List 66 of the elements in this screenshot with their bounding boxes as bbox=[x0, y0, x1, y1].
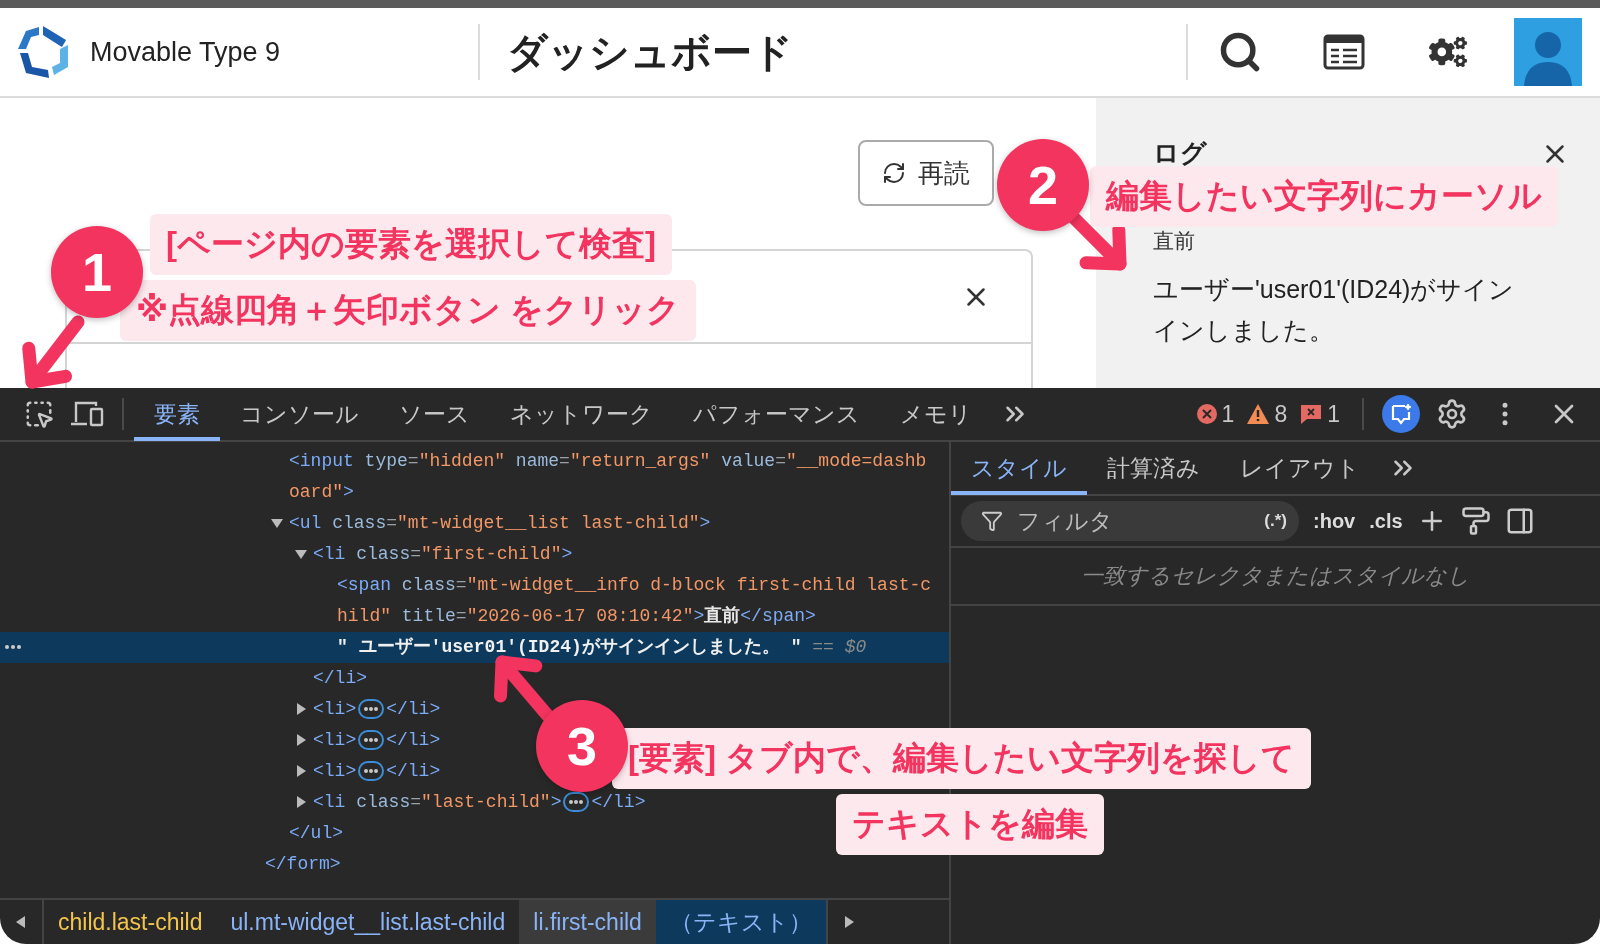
devtools-tab[interactable]: 要素 bbox=[134, 388, 220, 441]
ai-assistant-icon[interactable] bbox=[1382, 395, 1420, 433]
code-text: <li> bbox=[313, 699, 357, 719]
regex-toggle[interactable]: (.*) bbox=[1264, 511, 1287, 531]
error-count[interactable]: 1 bbox=[1221, 400, 1235, 428]
warning-icon bbox=[1246, 403, 1271, 425]
reload-button[interactable]: 再読 bbox=[858, 140, 994, 206]
annotation-label: 編集したい文字列にカーソル bbox=[1090, 166, 1558, 227]
devtools-tab[interactable]: メモリ bbox=[880, 388, 992, 441]
expand-arrow-icon[interactable] bbox=[295, 796, 307, 809]
expand-arrow-icon[interactable] bbox=[295, 734, 307, 747]
code-text: <input type="hidden" name="return_args" value="__mode=dashboard"> bbox=[289, 451, 927, 502]
breadcrumb-item[interactable]: （テキスト） bbox=[655, 900, 826, 944]
styles-tab[interactable]: スタイル bbox=[951, 441, 1087, 495]
filter-icon bbox=[981, 510, 1003, 532]
code-text: " ユーザー'user01'(ID24)がサインインしました。 " bbox=[337, 637, 802, 657]
breadcrumb-item[interactable]: li.first-child bbox=[519, 900, 656, 944]
code-text: </li> bbox=[386, 761, 441, 781]
breadcrumb-item[interactable]: ul.mt-widget__list.last-child bbox=[216, 900, 520, 944]
code-text: <ul class="mt-widget__list last-child"> bbox=[289, 513, 711, 533]
styles-tab[interactable]: 計算済み bbox=[1087, 441, 1220, 495]
code-text: </li> bbox=[386, 730, 441, 750]
code-text: <li> bbox=[313, 730, 357, 750]
devtools-tab[interactable]: ソース bbox=[379, 388, 490, 441]
code-text: </li> bbox=[591, 792, 646, 812]
issue-count[interactable]: 1 bbox=[1327, 400, 1340, 428]
paint-roller-icon[interactable] bbox=[1460, 506, 1491, 536]
error-icon bbox=[1195, 403, 1218, 425]
selected-row[interactable]: " ユーザー'user01'(ID24)がサインインしました。 " == $0 bbox=[0, 632, 949, 663]
code-text: <li class="last-child"> bbox=[313, 792, 562, 812]
more-icon[interactable] bbox=[4, 644, 22, 650]
annotation-label: [要素] タブ内で、編集したい文字列を探して bbox=[612, 728, 1312, 789]
styles-tab[interactable]: レイアウト bbox=[1220, 441, 1380, 495]
code-text: <span class="mt-widget__info d-block first-child last-child" title="2026-06-17 08:10:42">直前</span> bbox=[337, 575, 932, 626]
empty-message: 一致するセレクタまたはスタイルなし bbox=[1081, 562, 1470, 590]
ellipsis-icon[interactable] bbox=[358, 699, 385, 720]
expand-arrow-icon[interactable] bbox=[295, 703, 307, 716]
hover-toggle[interactable]: :hov bbox=[1313, 509, 1356, 533]
log-time: 直前 bbox=[1153, 228, 1196, 254]
devtools-tab[interactable]: ネットワーク bbox=[490, 388, 673, 441]
class-toggle[interactable]: .cls bbox=[1369, 509, 1403, 533]
code-text: </li> bbox=[386, 699, 441, 719]
issue-icon bbox=[1299, 403, 1324, 425]
filter-field[interactable]: フィルタ (.*) bbox=[961, 501, 1299, 541]
ellipsis-icon[interactable] bbox=[563, 792, 590, 813]
code-text: </form> bbox=[265, 854, 341, 874]
collapse-arrow-icon[interactable] bbox=[295, 548, 307, 561]
log-message: ユーザー'user01'(ID24)がサインインしました。 bbox=[1153, 274, 1516, 346]
breadcrumb-item[interactable]: child.last-child bbox=[44, 900, 217, 944]
annotation-label: [ページ内の要素を選択して検査] bbox=[150, 214, 672, 275]
annotation-label: テキストを編集 bbox=[836, 794, 1104, 855]
warning-count[interactable]: 8 bbox=[1274, 400, 1288, 428]
product-name: Movable Type 9 bbox=[90, 36, 281, 68]
step-number: 2 bbox=[997, 139, 1089, 231]
devtools-tab[interactable]: コンソール bbox=[220, 388, 379, 441]
expand-arrow-icon[interactable] bbox=[295, 765, 307, 778]
code-text: </li> bbox=[313, 668, 368, 688]
code-text: <li> bbox=[313, 761, 357, 781]
code-text: <li class="first-child"> bbox=[313, 544, 573, 564]
devtools-tab[interactable]: パフォーマンス bbox=[673, 388, 880, 441]
console-reference: == $0 bbox=[811, 637, 867, 657]
ellipsis-icon[interactable] bbox=[358, 730, 385, 751]
ellipsis-icon[interactable] bbox=[358, 761, 385, 782]
page-title: ダッシュボード bbox=[507, 28, 794, 76]
code-text: </ul> bbox=[289, 823, 344, 843]
collapse-arrow-icon[interactable] bbox=[271, 517, 283, 530]
